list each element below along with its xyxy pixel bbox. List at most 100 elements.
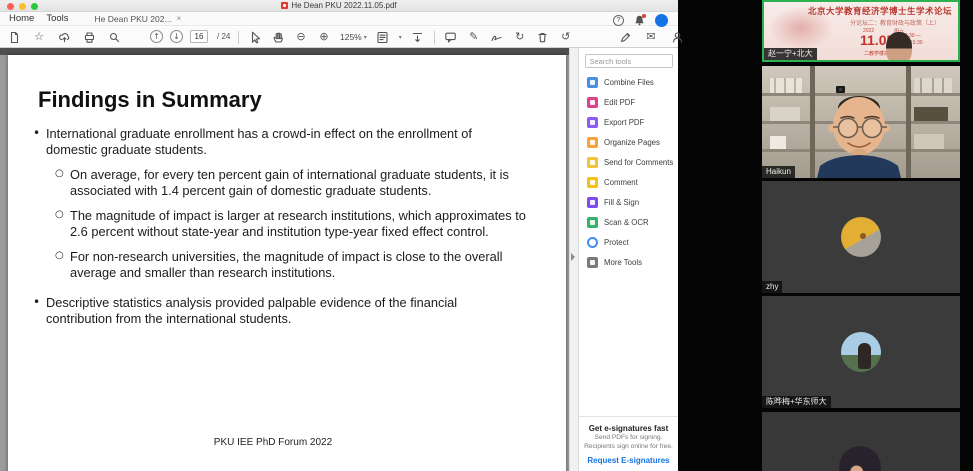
expand-panel-arrow-icon[interactable] [571,253,575,261]
select-cursor-icon[interactable] [248,30,262,44]
pencil-edit-icon[interactable]: ✎ [467,30,481,44]
sync-arrows-icon[interactable]: ↻ [513,30,527,44]
participant-tile[interactable]: 陈晔梅+华东师大 [762,296,960,408]
tab-tools[interactable]: Tools [46,13,68,24]
hand-tool-icon[interactable] [271,30,285,44]
participant-tile[interactable]: Haikun [762,66,960,178]
page-up-icon[interactable]: ↑ [150,30,163,43]
window-title: He Dean PKU 2022.11.05.pdf [0,1,678,11]
tool-item-export-pdf[interactable]: Export PDF [579,112,678,132]
tool-item-label: Fill & Sign [604,198,639,207]
tool-item-send-for-comments[interactable]: Send for Comments [579,152,678,172]
tool-item-label: Scan & OCR [604,218,649,227]
tool-item-label: More Tools [604,258,642,267]
participant-tile[interactable]: zhy [762,181,960,293]
video-conference-strip: 北京大学教育经济学博士生学术论坛 分论坛二：教育财政与政策（上） 2022 周六… [755,0,973,471]
upload-cloud-icon[interactable] [57,30,71,44]
participant-video [762,66,960,178]
bullet-text: For non-research universities, the magni… [70,249,536,281]
page-down-icon[interactable]: ↓ [170,30,183,43]
bullet-item: ○ On average, for every ten percent gain… [8,167,566,199]
tool-item-label: Send for Comments [604,158,673,167]
zoom-out-icon[interactable]: ⊖ [294,30,308,44]
send-for-comments-icon [587,157,598,168]
chevron-down-icon: ▾ [364,34,367,41]
toolbar-divider [434,31,435,44]
comment-bubble-icon[interactable] [444,30,458,44]
email-envelope-icon[interactable]: ✉ [644,30,658,44]
more-tools-icon [587,257,598,268]
bullet-text: Descriptive statistics analysis provided… [46,295,526,327]
zoom-level-dropdown[interactable]: 125%▾ [340,32,367,42]
bullet-text: On average, for every ten percent gain o… [70,167,536,199]
bullet-item: • International graduate enrollment has … [8,126,566,158]
undo-icon[interactable]: ↺ [559,30,573,44]
document-tab[interactable]: He Dean PKU 202... × [95,14,182,24]
tool-item-protect[interactable]: Protect [579,232,678,252]
slide-bullets: • International graduate enrollment has … [8,126,566,327]
help-icon[interactable]: ? [613,15,624,26]
esignature-promo: Get e-signatures fast Send PDFs for sign… [579,416,678,471]
tool-item-label: Edit PDF [604,98,635,107]
zoom-in-icon[interactable]: ⊕ [317,30,331,44]
participant-avatar [841,332,881,372]
tool-item-more-tools[interactable]: More Tools [579,252,678,272]
favorites-star-icon[interactable]: ☆ [32,30,46,44]
forum-slide-title: 北京大学教育经济学博士生学术论坛 [808,6,960,16]
page-display-dropdown[interactable] [376,30,390,44]
tab-home[interactable]: Home [9,13,34,24]
participant-name-tag: 陈晔梅+华东师大 [762,396,831,408]
close-tab-icon[interactable]: × [177,14,182,23]
account-avatar[interactable] [655,14,668,27]
pdf-page: Findings in Summary • International grad… [8,55,566,471]
main-toolbar: ☆ ↑ ↓ 16 / 24 ⊖ ⊕ 125%▾ ▾ ✎ ↻ [0,27,678,48]
document-area: Findings in Summary • International grad… [0,48,569,471]
organize-pages-icon [587,137,598,148]
participant-name-tag: 赵一宁+北大 [764,48,817,60]
tool-item-organize-pages[interactable]: Organize Pages [579,132,678,152]
bullet-marker: ○ [55,249,70,281]
participant-tile[interactable] [762,412,960,471]
tool-item-edit-pdf[interactable]: Edit PDF [579,92,678,112]
tool-item-scan-ocr[interactable]: Scan & OCR [579,212,678,232]
page-number-input[interactable]: 16 [190,30,208,43]
export-pdf-icon [587,117,598,128]
forum-slide-subtitle: 分论坛二：教育财政与政策（上） [850,18,940,27]
promo-title: Get e-signatures fast [582,424,675,433]
notifications-bell-icon[interactable] [633,14,646,27]
participant-name-tag: zhy [762,281,782,293]
bullet-marker: • [33,126,46,158]
pdf-file-icon [281,2,288,9]
acrobat-window: He Dean PKU 2022.11.05.pdf Home Tools He… [0,0,678,471]
print-icon[interactable] [82,30,96,44]
participant-name-tag: Haikun [762,166,795,178]
participant-avatar [839,446,881,471]
titlebar: He Dean PKU 2022.11.05.pdf [0,0,678,12]
tool-item-combine-files[interactable]: Combine Files [579,72,678,92]
trash-icon[interactable] [536,30,550,44]
promo-line: Recipients sign online for free. [582,442,675,452]
slide-footer: PKU IEE PhD Forum 2022 [0,437,552,448]
tool-item-fill-sign[interactable]: Fill & Sign [579,192,678,212]
tab-bar: Home Tools He Dean PKU 202... × [0,12,678,26]
document-tab-label: He Dean PKU 202... [95,14,172,24]
save-file-icon[interactable] [7,30,21,44]
tool-item-label: Comment [604,178,638,187]
request-esignatures-link[interactable]: Request E-signatures [582,456,675,465]
tool-item-label: Organize Pages [604,138,660,147]
edit-pdf-icon [587,97,598,108]
presenter-head [886,32,912,62]
tool-item-comment[interactable]: Comment [579,172,678,192]
signature-icon[interactable] [490,30,504,44]
tools-panel: Combine Files Edit PDF Export PDF Organi… [578,48,678,471]
participant-tile[interactable]: 北京大学教育经济学博士生学术论坛 分论坛二：教育财政与政策（上） 2022 周六… [762,0,960,62]
sign-pen-icon[interactable] [618,30,632,44]
protect-icon [587,237,598,248]
fit-width-icon[interactable] [411,30,425,44]
bullet-text: International graduate enrollment has a … [46,126,526,158]
search-tools-input[interactable] [585,54,673,68]
profile-person-icon[interactable] [670,30,684,44]
promo-line: Send PDFs for signing. [582,433,675,443]
bullet-marker: ○ [55,208,70,240]
search-icon[interactable] [107,30,121,44]
